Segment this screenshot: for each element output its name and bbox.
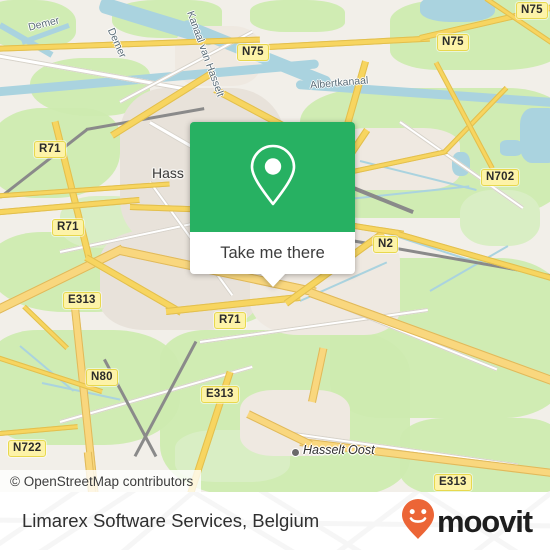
location-pin-icon xyxy=(247,142,299,213)
map-attribution[interactable]: © OpenStreetMap contributors xyxy=(0,470,202,492)
footer-bar: Limarex Software Services, Belgium moovi… xyxy=(0,492,550,550)
popup-tail xyxy=(259,273,286,287)
take-me-there-label: Take me there xyxy=(220,243,325,262)
road-shield[interactable]: N2 xyxy=(373,236,399,253)
road-shield[interactable]: N702 xyxy=(481,169,520,186)
popup-pin-panel xyxy=(190,122,355,232)
road-shield[interactable]: E313 xyxy=(434,474,472,491)
road-shield[interactable]: R71 xyxy=(214,312,246,329)
road-shield[interactable]: N75 xyxy=(516,2,548,19)
location-popup-card[interactable]: Take me there xyxy=(190,122,355,287)
attribution-text: © OpenStreetMap contributors xyxy=(10,473,194,489)
page-title: Limarex Software Services, Belgium xyxy=(22,510,320,531)
road-shield[interactable]: E313 xyxy=(201,386,239,403)
moovit-map-share-card: Demer Demer Albertkanaal Kanaal van Hass… xyxy=(0,0,550,550)
moovit-logo[interactable]: moovit xyxy=(401,498,533,545)
road-shield[interactable]: N80 xyxy=(86,369,118,386)
road-shield[interactable]: N75 xyxy=(237,44,269,61)
take-me-there-button[interactable]: Take me there xyxy=(190,232,355,274)
moovit-wordmark: moovit xyxy=(436,503,533,539)
map-canvas[interactable]: Demer Demer Albertkanaal Kanaal van Hass… xyxy=(0,0,550,492)
road-shield[interactable]: R71 xyxy=(34,141,66,158)
moovit-smiley-pin-icon xyxy=(401,498,435,545)
road-shield[interactable]: R71 xyxy=(52,219,84,236)
road-shield[interactable]: E313 xyxy=(63,292,101,309)
road-shield[interactable]: N75 xyxy=(437,34,469,51)
road-shield[interactable]: N722 xyxy=(8,440,47,457)
